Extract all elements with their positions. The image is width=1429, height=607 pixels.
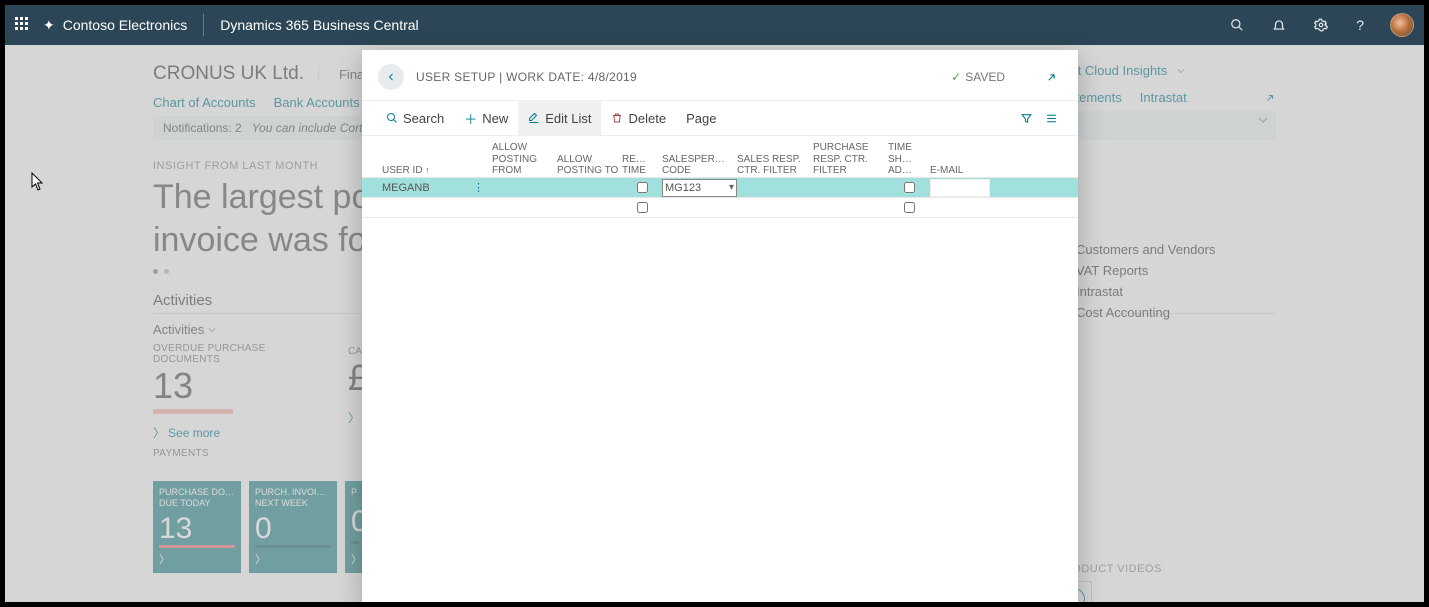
saved-indicator: ✓SAVED [951,70,1005,84]
col-sales-ctr[interactable]: SALES RESP. CTR. FILTER [737,154,813,177]
new-button[interactable]: ＋ New [454,101,518,135]
email-cell[interactable] [930,179,990,197]
col-user-id[interactable]: USER ID [382,165,492,177]
re-time-checkbox[interactable] [637,202,648,213]
edit-label: Edit List [545,111,591,126]
col-allow-from[interactable]: ALLOW POSTING FROM [492,142,557,177]
app-name[interactable]: Dynamics 365 Business Central [220,17,418,33]
user-setup-modal: USER SETUP | WORK DATE: 4/8/2019 ✓SAVED … [362,50,1078,602]
time-sheet-admin-checkbox[interactable] [904,182,915,193]
delete-button[interactable]: Delete [601,101,676,135]
time-sheet-admin-checkbox[interactable] [904,202,915,213]
user-avatar[interactable] [1390,13,1414,37]
modal-title: USER SETUP | WORK DATE: 4/8/2019 [416,70,637,84]
settings-icon[interactable] [1306,12,1336,38]
user-setup-grid: USER ID ALLOW POSTING FROM ALLOW POSTING… [362,136,1078,218]
new-label: New [482,111,508,126]
search-label: Search [403,111,444,126]
search-button[interactable]: Search [376,101,454,135]
col-re-time[interactable]: RE… TIME [622,154,662,177]
brand-name: Contoso Electronics [63,17,188,33]
delete-label: Delete [628,111,666,126]
divider [203,14,204,36]
cursor-icon [31,172,45,192]
list-view-icon[interactable] [1039,112,1064,125]
user-id-cell[interactable]: MEGANB [382,182,430,194]
table-row[interactable] [362,198,1078,218]
salesperson-value: MG123 [665,182,701,194]
table-row[interactable]: MEGANB ⋮ MG123 ▾ [362,178,1078,198]
notifications-icon[interactable] [1264,12,1294,38]
expand-modal-icon[interactable] [1041,67,1062,88]
page-button[interactable]: Page [676,101,726,135]
row-menu-icon[interactable]: ⋮ [469,181,488,194]
brand-icon: ✦ [43,17,55,34]
search-icon[interactable] [1222,12,1252,38]
col-salesper[interactable]: SALESPER… CODE [662,154,737,177]
re-time-checkbox[interactable] [637,182,648,193]
col-purch-ctr[interactable]: PURCHASE RESP. CTR. FILTER [813,142,888,177]
edit-list-button[interactable]: Edit List [518,101,601,135]
back-button[interactable] [378,64,404,90]
col-time-sh[interactable]: TIME SH… AD… [888,142,930,177]
salesperson-dropdown[interactable]: MG123 ▾ [662,179,737,197]
page-label: Page [686,111,716,126]
col-email[interactable]: E-MAIL [930,165,990,177]
app-launcher-icon[interactable] [15,17,31,33]
brand[interactable]: ✦ Contoso Electronics [43,17,187,34]
col-allow-to[interactable]: ALLOW POSTING TO [557,154,622,177]
help-icon[interactable]: ? [1348,11,1372,39]
filter-icon[interactable] [1014,112,1039,125]
app-topbar: ✦ Contoso Electronics Dynamics 365 Busin… [5,5,1424,45]
